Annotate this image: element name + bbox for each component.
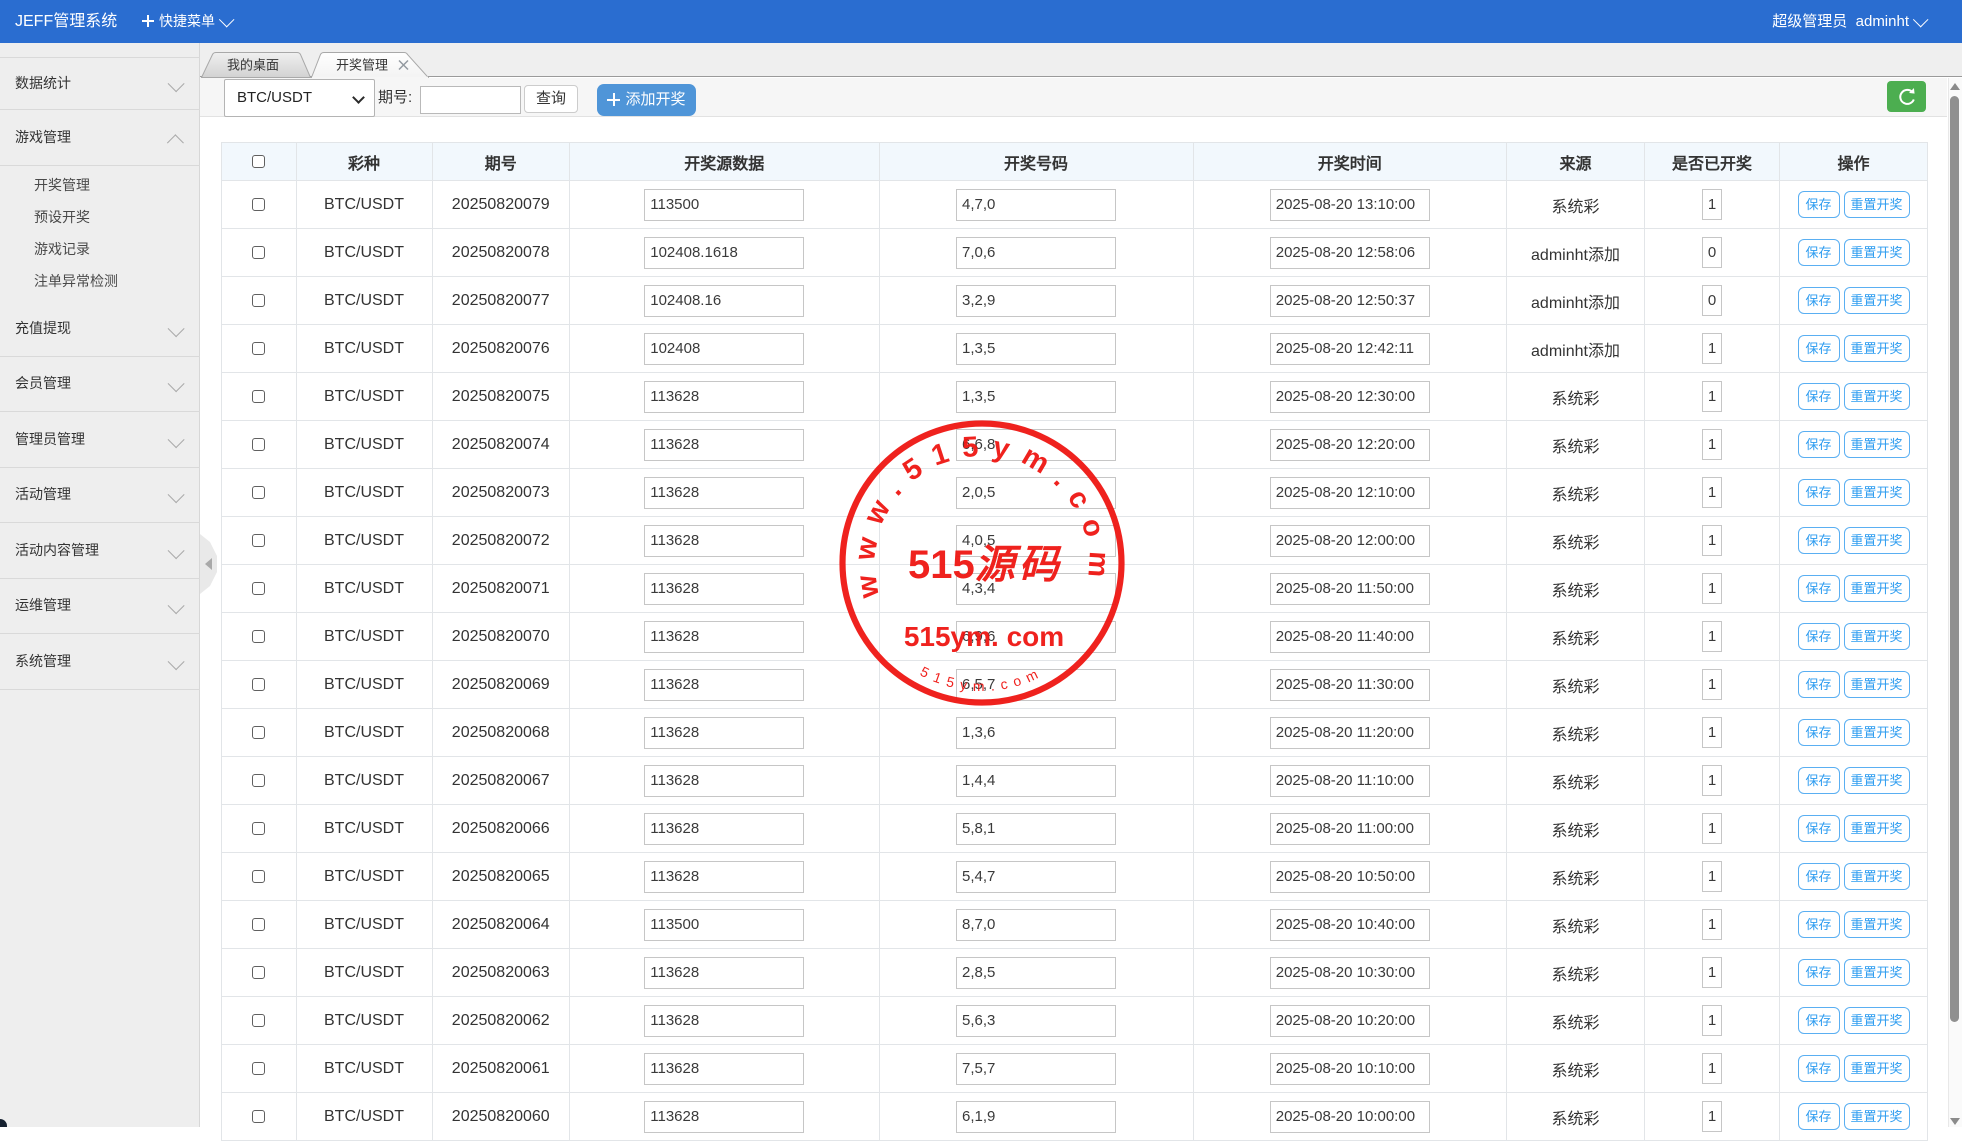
svg-text:515ym.com: 515ym.com xyxy=(918,663,1046,694)
svg-text:我的桌面: 我的桌面 xyxy=(227,58,279,73)
svg-text:开奖管理: 开奖管理 xyxy=(336,58,388,73)
svg-text:515源码: 515源码 xyxy=(908,543,1063,587)
svg-text:515ym. com: 515ym. com xyxy=(904,621,1064,652)
